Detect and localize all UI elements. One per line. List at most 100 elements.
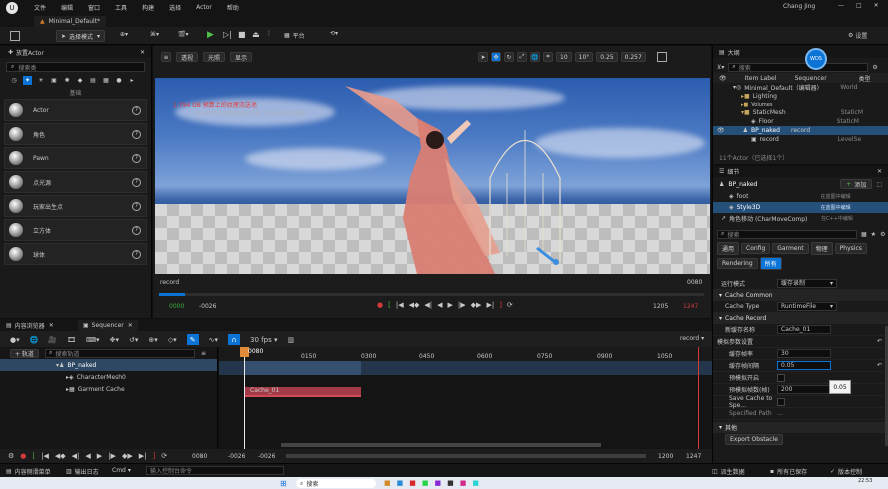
jump-start-icon[interactable]: |◀ <box>396 301 404 309</box>
step-forward-icon[interactable]: |▶ <box>458 301 466 309</box>
range-scrollbar[interactable] <box>286 454 646 458</box>
filter-icon[interactable]: ⊻▾ <box>717 64 724 71</box>
set-start-icon[interactable]: [ <box>388 301 391 309</box>
blueprint-edit-icon[interactable]: ⬚ <box>876 181 882 188</box>
outliner-row[interactable]: ▾◎ Minimal_Default（编辑器） World <box>713 83 888 92</box>
details-settings-icon[interactable]: ⚙ <box>880 231 885 238</box>
app-icon[interactable]: ■ <box>409 479 416 487</box>
grid-snap-button[interactable]: 10 <box>556 52 572 62</box>
magnet-icon[interactable]: ∩ <box>228 334 241 345</box>
loop-icon[interactable]: ⟳ <box>507 301 513 309</box>
content-drawer-button[interactable]: ▤ 内容侧滑菜单 <box>6 467 51 476</box>
outliner-tab[interactable]: ▤ 大纲 <box>713 46 888 58</box>
console-input[interactable]: 输入控制台命令 <box>146 466 284 475</box>
app-icon[interactable]: ■ <box>384 479 391 487</box>
close-tab-icon[interactable]: ✕ <box>877 168 882 175</box>
component-row-selected[interactable]: ◈ Style3D 在蓝图中编辑 <box>713 202 888 213</box>
play-reverse-icon[interactable]: ◀ <box>85 452 90 460</box>
favorite-icon[interactable]: ★ <box>871 231 876 238</box>
cinematics-icon[interactable]: 🎬▾ <box>178 31 188 38</box>
output-log-button[interactable]: ▥ 输出日志 <box>66 467 99 476</box>
play-icon[interactable]: ▶ <box>207 30 214 40</box>
eject-icon[interactable]: ⏏ <box>252 30 260 39</box>
actor-item-point-light[interactable]: 点光源? <box>4 171 147 193</box>
record-icon[interactable]: ● <box>377 301 383 309</box>
reset-icon[interactable]: ↶ <box>877 362 882 369</box>
add-component-button[interactable]: + 添加 <box>840 179 873 189</box>
settings-button[interactable]: ⚙ 设置 <box>848 31 867 40</box>
track-filter-icon[interactable]: ≡ <box>201 350 206 357</box>
blueprint-icon[interactable]: ⌘▾ <box>150 31 159 38</box>
cache-name-input[interactable]: Cache_01 <box>777 325 831 334</box>
set-start-icon[interactable]: [ <box>32 452 35 460</box>
outliner-row[interactable]: ▾■ StaticMesh StaticM <box>713 108 888 117</box>
col-label-header[interactable]: Item Label <box>745 75 791 82</box>
cinematic-category-icon[interactable]: ▣ <box>50 77 58 85</box>
filter-tab-rendering[interactable]: Rendering <box>717 258 758 269</box>
add-actor-icon[interactable]: ⊕▾ <box>120 31 128 38</box>
shapes-icon[interactable]: ● <box>115 77 123 85</box>
cache-record-section[interactable]: ▾ Cache Record <box>713 313 888 324</box>
actor-item-pawn[interactable]: Pawn? <box>4 147 147 169</box>
user-avatar[interactable]: WDS <box>805 48 827 70</box>
surface-snap-icon[interactable]: ⌗ <box>543 52 553 62</box>
show-button[interactable]: 显示 <box>230 52 253 62</box>
outliner-row[interactable]: ▣ record LevelSe <box>713 135 888 144</box>
key-icon[interactable]: ⌨▾ <box>86 336 100 344</box>
help-icon[interactable]: ? <box>132 225 141 235</box>
details-search-input[interactable]: ⌕ 搜索 <box>717 229 857 239</box>
component-row[interactable]: ↗ 角色移动 (CharMoveComp) 在C++中编辑 <box>713 213 888 224</box>
record-icon[interactable]: ● <box>20 452 26 460</box>
app-icon[interactable]: ■ <box>447 479 454 487</box>
filter-tab-all[interactable]: 所有 <box>759 257 782 270</box>
viewport-menu-icon[interactable]: ≡ <box>161 52 171 62</box>
viewport-scene[interactable]: 1.794 GB 预算上的纹理流送池 当前缓存的纹理数量超过预算，部分纹理可能模… <box>155 78 710 274</box>
menu-help[interactable]: 帮助 <box>227 3 239 12</box>
play-icon[interactable]: ▶ <box>97 452 102 460</box>
lights-category-icon[interactable]: ☀ <box>37 77 45 85</box>
track-row-selected[interactable]: ▾♟ BP_naked <box>0 359 217 371</box>
settings-icon[interactable]: ⚙ <box>8 452 14 460</box>
maximize-icon[interactable]: □ <box>856 2 862 9</box>
camera-icon[interactable]: 🎥 <box>48 336 57 344</box>
tool-icon[interactable]: ▥ <box>287 336 294 344</box>
close-tab-icon[interactable]: ✕ <box>49 322 54 329</box>
play-options-icon[interactable]: ⋮ <box>266 30 272 37</box>
sequencer-header[interactable]: Sequencer <box>795 75 855 82</box>
taskbar-search[interactable]: ⌕ 搜索 <box>296 479 376 488</box>
snap-icon[interactable]: ⊕▾ <box>148 336 157 344</box>
help-icon[interactable]: ? <box>132 249 141 259</box>
track-row[interactable]: ▸◈ CharacterMesh0 <box>0 371 217 383</box>
app-icon[interactable]: ■ <box>472 479 479 487</box>
key-interp-icon[interactable]: ◇▾ <box>168 336 177 344</box>
app-icon[interactable]: ■ <box>422 479 429 487</box>
menu-file[interactable]: 文件 <box>34 3 46 12</box>
rotate-tool-icon[interactable]: ↻ <box>504 52 514 62</box>
maximize-viewport-icon[interactable] <box>656 52 667 62</box>
actor-search-input[interactable]: ⌕ 搜索类 <box>6 62 145 72</box>
misc-section[interactable]: ▾ 其他 <box>713 422 888 433</box>
cache-section[interactable]: Cache_01 <box>244 387 361 397</box>
fps-dropdown[interactable]: 30 fps ▾ <box>250 336 277 344</box>
revision-control-button[interactable]: ✓ 版本控制 <box>830 467 862 476</box>
scale-tool-icon[interactable]: ⤢ <box>517 52 527 62</box>
menu-tools[interactable]: 工具 <box>115 3 127 12</box>
timeline-scrollbar[interactable] <box>281 443 601 447</box>
app-icon[interactable]: ■ <box>435 479 442 487</box>
sample-rate-input[interactable]: 0.05 <box>777 361 831 370</box>
actor-item-player-start[interactable]: 玩家出生点? <box>4 195 147 217</box>
filter-tab-physics-cn[interactable]: 物理 <box>810 242 833 255</box>
help-icon[interactable]: ? <box>132 201 141 211</box>
rotation-snap-button[interactable]: 10° <box>574 52 594 62</box>
outliner-settings-icon[interactable]: ⚙ <box>872 64 877 71</box>
world-icon[interactable]: 🌐 <box>30 336 39 344</box>
actor-item-sphere[interactable]: 球体? <box>4 243 147 265</box>
outliner-row[interactable]: ▸■ Volumes <box>713 101 888 108</box>
source-control-icon[interactable]: ⟲▾ <box>330 30 338 37</box>
filter-tab-physics[interactable]: Physics <box>834 243 867 254</box>
help-icon[interactable]: ? <box>132 177 141 187</box>
cmd-dropdown[interactable]: Cmd ▾ <box>112 467 131 474</box>
col-type-header[interactable]: 类型 <box>859 74 871 83</box>
play-reverse-icon[interactable]: ◀ <box>437 301 442 309</box>
app-icon[interactable]: ■ <box>397 479 404 487</box>
